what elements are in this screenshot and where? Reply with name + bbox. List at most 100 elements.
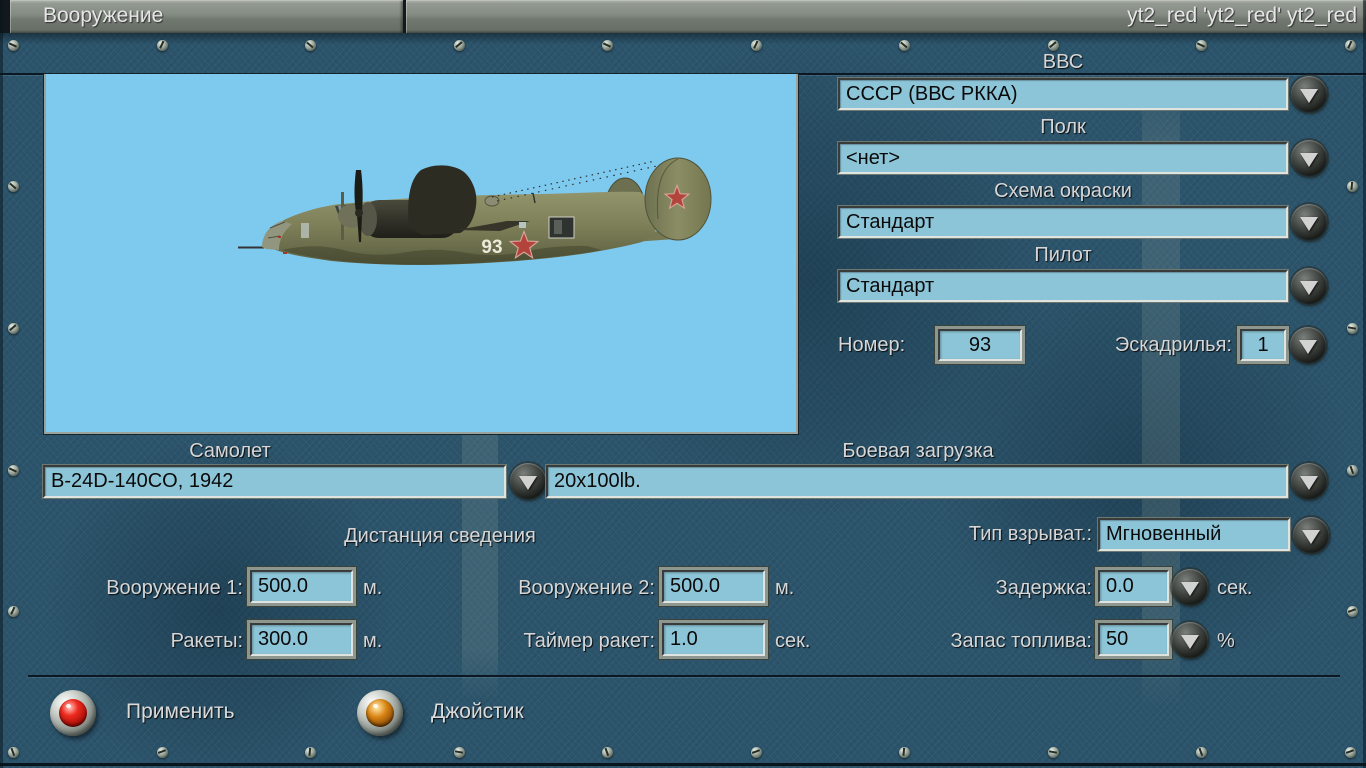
chevron-down-icon	[1300, 153, 1318, 167]
fuse-type-label: Тип взрыват.:	[968, 523, 1092, 545]
weapon2-input[interactable]: 500.0	[662, 570, 765, 603]
screw-icon	[1047, 746, 1059, 758]
screw-icon	[601, 39, 613, 51]
screw-icon	[898, 746, 910, 758]
weapon1-label: Вооружение 1:	[106, 577, 243, 599]
paint-scheme-dropdown-button[interactable]	[1291, 204, 1327, 240]
airforce-dropdown-button[interactable]	[1291, 76, 1327, 112]
loadout-select[interactable]: 20x100lb.	[546, 465, 1288, 498]
loadout-dropdown-button[interactable]	[1291, 463, 1327, 499]
fuel-dropdown-button[interactable]	[1172, 622, 1208, 658]
screw-icon	[156, 39, 168, 51]
tab-armament[interactable]: Вооружение	[10, 0, 403, 33]
chevron-down-icon	[1300, 476, 1318, 490]
rockets-label: Ракеты:	[170, 630, 243, 652]
fuel-input[interactable]: 50	[1098, 623, 1169, 656]
aircraft-preview: 93	[44, 74, 798, 434]
regiment-label: Полк	[1040, 116, 1086, 138]
fuse-type-select[interactable]: Мгновенный	[1098, 518, 1290, 551]
screw-icon	[7, 39, 19, 51]
apply-button-label: Применить	[126, 700, 235, 723]
title-bar: Вооружение yt2_red 'yt2_red' yt2_red	[0, 0, 1366, 33]
screw-icon	[7, 746, 19, 758]
chevron-down-icon	[1299, 340, 1317, 354]
weapon2-label: Вооружение 2:	[518, 577, 655, 599]
airforce-label: ВВС	[1042, 51, 1084, 73]
pilot-label: Пилот	[1034, 244, 1092, 266]
weapon2-unit: м.	[775, 577, 795, 599]
squadron-label: Эскадрилья:	[1114, 334, 1232, 356]
screw-icon	[1346, 464, 1358, 476]
weapon1-input[interactable]: 500.0	[250, 570, 353, 603]
airforce-select[interactable]: СССР (ВВС РККА)	[838, 78, 1288, 110]
paint-scheme-select[interactable]: Стандарт	[838, 206, 1288, 238]
delay-label: Задержка:	[995, 577, 1092, 599]
pilot-select[interactable]: Стандарт	[838, 270, 1288, 302]
screw-icon	[7, 464, 19, 476]
fuel-label: Запас топлива:	[950, 630, 1092, 652]
screw-icon	[1344, 39, 1356, 51]
delay-dropdown-button[interactable]	[1172, 569, 1208, 605]
tab-player: yt2_red 'yt2_red' yt2_red	[406, 0, 1366, 33]
screw-icon	[7, 180, 19, 192]
joystick-button[interactable]	[357, 690, 403, 736]
screw-icon	[156, 746, 168, 758]
screw-icon	[7, 605, 19, 617]
screw-icon	[453, 39, 465, 51]
armament-screen: Вооружение yt2_red 'yt2_red' yt2_red 93 …	[0, 0, 1366, 768]
fuse-type-dropdown-button[interactable]	[1293, 517, 1329, 553]
fuel-unit: %	[1217, 630, 1235, 652]
chevron-down-icon	[1181, 635, 1199, 649]
screw-icon	[304, 39, 316, 51]
screw-icon	[601, 746, 613, 758]
loadout-label: Боевая загрузка	[842, 440, 994, 462]
tab-armament-label: Вооружение	[43, 4, 164, 27]
rocket-timer-input[interactable]: 1.0	[662, 623, 765, 656]
screw-icon	[1346, 322, 1358, 334]
regiment-select[interactable]: <нет>	[838, 142, 1288, 174]
screw-icon	[750, 746, 762, 758]
screw-icon	[1195, 746, 1207, 758]
aircraft-select[interactable]: B-24D-140CO, 1942	[43, 465, 506, 498]
rocket-timer-unit: сек.	[775, 630, 811, 652]
screw-icon	[1344, 746, 1356, 758]
pilot-dropdown-button[interactable]	[1291, 268, 1327, 304]
screw-icon	[750, 39, 762, 51]
number-label: Номер:	[838, 334, 906, 356]
screw-icon	[1195, 39, 1207, 51]
aircraft-label: Самолет	[189, 440, 271, 462]
delay-unit: сек.	[1217, 577, 1253, 599]
chevron-down-icon	[1300, 89, 1318, 103]
paint-scheme-label: Схема окраски	[994, 180, 1132, 202]
rockets-unit: м.	[363, 630, 383, 652]
panel-bottom-line	[0, 763, 1366, 766]
chevron-down-icon	[519, 476, 537, 490]
screw-icon	[304, 746, 316, 758]
screw-icon	[7, 322, 19, 334]
rocket-timer-label: Таймер ракет:	[523, 630, 655, 652]
rockets-input[interactable]: 300.0	[250, 623, 353, 656]
screw-icon	[1346, 180, 1358, 192]
aircraft-number-marking: 93	[481, 237, 502, 258]
squadron-dropdown-button[interactable]	[1290, 327, 1326, 363]
player-tag: yt2_red 'yt2_red' yt2_red	[1127, 4, 1357, 27]
number-input[interactable]: 93	[938, 329, 1022, 361]
screw-icon	[898, 39, 910, 51]
divider-bottom	[28, 675, 1340, 677]
chevron-down-icon	[1302, 530, 1320, 544]
screw-icon	[1346, 605, 1358, 617]
aircraft-preview-image: 93	[238, 157, 712, 265]
chevron-down-icon	[1181, 582, 1199, 596]
screw-icon	[1047, 39, 1059, 51]
screw-icon	[453, 746, 465, 758]
delay-input[interactable]: 0.0	[1098, 570, 1169, 603]
convergence-title: Дистанция сведения	[344, 525, 536, 547]
apply-button[interactable]	[50, 690, 96, 736]
joystick-button-label: Джойстик	[431, 700, 524, 723]
chevron-down-icon	[1300, 217, 1318, 231]
squadron-input[interactable]: 1	[1240, 329, 1286, 361]
panel-top-shadow	[0, 33, 1366, 44]
regiment-dropdown-button[interactable]	[1291, 140, 1327, 176]
aircraft-dropdown-button[interactable]	[510, 463, 546, 499]
chevron-down-icon	[1300, 281, 1318, 295]
